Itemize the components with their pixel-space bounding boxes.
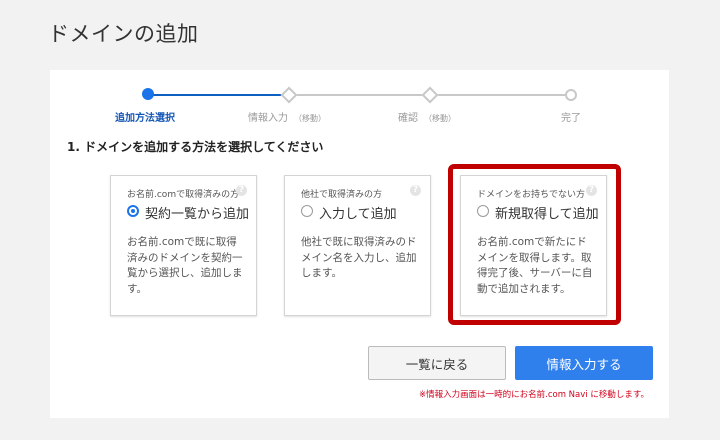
option-card-manual-input[interactable]: 他社で取得済みの方 ? 入力して追加 他社で既に取得済みのドメイン名を入力し、追… <box>284 175 431 316</box>
option-card-from-contract-list[interactable]: お名前.comで取得済みの方 ? 契約一覧から追加 お名前.comで既に取得済み… <box>110 175 257 316</box>
add-domain-panel: 追加方法選択 情報入力 （移動） 確認 （移動） 完了 1. ドメインを追加する方法… <box>50 70 669 418</box>
card-caption: 他社で取得済みの方 <box>301 190 383 200</box>
enter-info-button[interactable]: 情報入力する <box>515 346 653 380</box>
stepper-line-1 <box>148 94 288 96</box>
step-1-current-dot <box>142 88 154 100</box>
option-card-new-registration[interactable]: ドメインをお持ちでない方 ? 新規取得して追加 お名前.comで新たにドメインを… <box>460 175 607 316</box>
stepper-line-2 <box>290 94 430 96</box>
card-description: お名前.comで既に取得済みのドメインを契約一覧から選択し、追加します。 <box>127 236 243 295</box>
card-description: お名前.comで新たにドメインを取得します。取得完了後、サーバーに自動で追加され… <box>477 236 593 295</box>
help-icon[interactable]: ? <box>410 185 421 196</box>
radio-contract-list[interactable] <box>127 205 139 217</box>
step-3-label: 確認 （移動） <box>398 113 456 124</box>
option-label[interactable]: 入力して追加 <box>319 203 397 222</box>
stepper: 追加方法選択 情報入力 （移動） 確認 （移動） 完了 <box>50 70 669 130</box>
radio-manual-input[interactable] <box>301 205 313 217</box>
card-caption: ドメインをお持ちでない方 <box>477 190 586 200</box>
option-label[interactable]: 新規取得して追加 <box>495 203 599 222</box>
back-to-list-button[interactable]: 一覧に戻る <box>368 346 506 380</box>
step-2-diamond-icon <box>280 86 298 104</box>
step-4-circle-icon <box>565 89 577 101</box>
step-2-label: 情報入力 （移動） <box>248 113 326 124</box>
radio-new-registration[interactable] <box>477 205 489 217</box>
step-3-diamond-icon <box>421 86 439 104</box>
page-title: ドメインの追加 <box>48 22 199 46</box>
help-icon[interactable]: ? <box>236 185 247 196</box>
help-icon[interactable]: ? <box>586 185 597 196</box>
card-description: 他社で既に取得済みのドメイン名を入力し、追加します。 <box>301 236 417 279</box>
redirect-note: ※情報入力画面は一時的にお名前.com Navi に移動します。 <box>419 390 649 400</box>
section-heading: 1. ドメインを追加する方法を選択してください <box>67 140 324 154</box>
option-label[interactable]: 契約一覧から追加 <box>145 203 249 222</box>
card-caption: お名前.comで取得済みの方 <box>127 190 240 200</box>
step-4-label: 完了 <box>561 113 581 124</box>
stepper-line-3 <box>432 94 568 96</box>
step-1-label: 追加方法選択 <box>115 113 175 124</box>
